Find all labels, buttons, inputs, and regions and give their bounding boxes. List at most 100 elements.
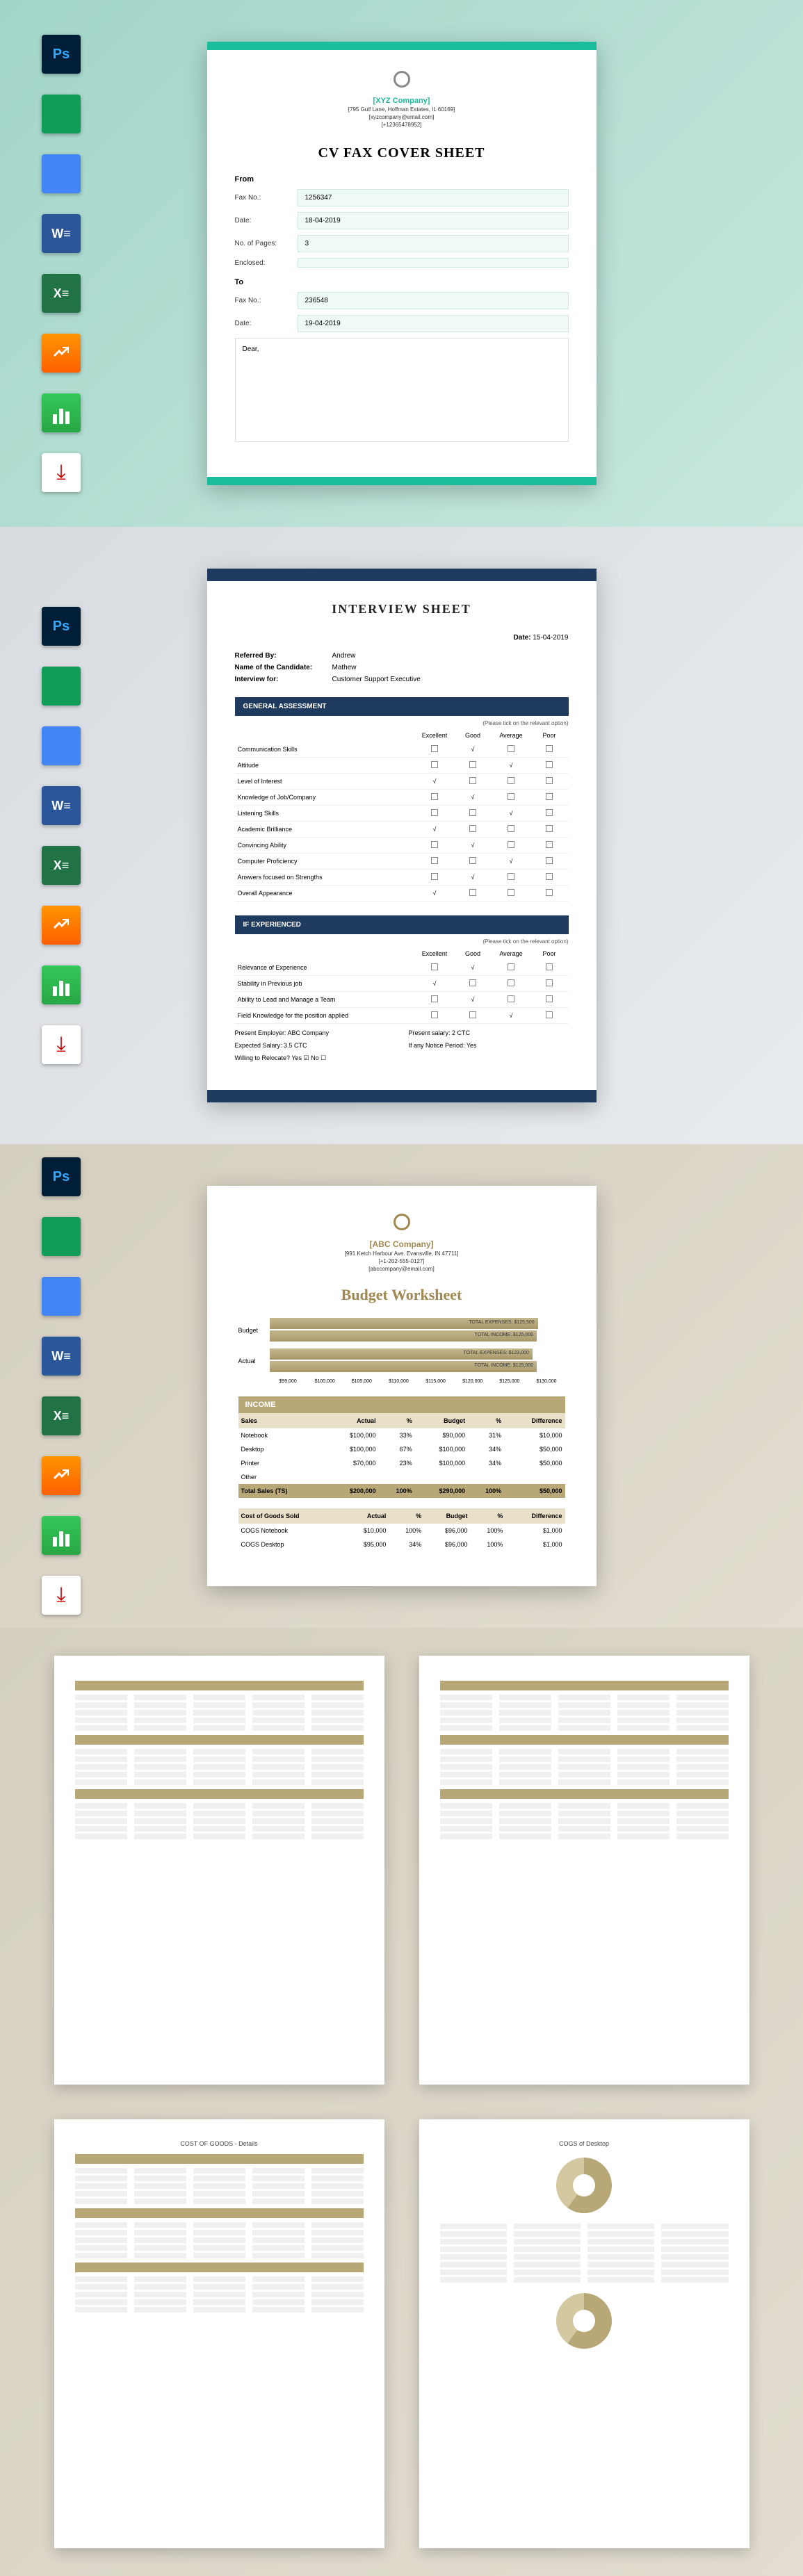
checkbox[interactable]: √ — [492, 1008, 530, 1024]
checkbox[interactable]: √ — [416, 976, 454, 992]
checkbox[interactable] — [454, 758, 492, 774]
docs-icon[interactable] — [42, 726, 81, 765]
numbers-icon[interactable] — [42, 393, 81, 432]
word-icon[interactable]: W≡ — [42, 786, 81, 825]
checkbox[interactable]: √ — [416, 886, 454, 902]
numbers-icon[interactable] — [42, 965, 81, 1004]
pdf-icon[interactable]: ⤓ — [42, 453, 81, 492]
pdf-icon[interactable]: ⤓ — [42, 1025, 81, 1064]
checkbox[interactable]: √ — [416, 774, 454, 790]
checkbox[interactable]: √ — [454, 870, 492, 886]
checkbox[interactable] — [530, 976, 569, 992]
document-title: CV FAX COVER SHEET — [235, 145, 569, 161]
checkbox[interactable] — [530, 742, 569, 758]
company-address: [991 Ketch Harbour Ave. Evansville, IN 4… — [238, 1250, 565, 1257]
checkbox[interactable] — [530, 870, 569, 886]
checkbox[interactable] — [454, 854, 492, 870]
checkbox[interactable] — [416, 742, 454, 758]
pages-icon[interactable] — [42, 1456, 81, 1495]
checkbox[interactable] — [416, 854, 454, 870]
pages-icon[interactable] — [42, 906, 81, 945]
docs-icon[interactable] — [42, 1277, 81, 1316]
detail-row: Willing to Relocate? Yes ☑ No ☐ — [235, 1054, 569, 1062]
checkbox[interactable] — [492, 838, 530, 854]
sheets-icon[interactable] — [42, 1217, 81, 1256]
checkbox[interactable] — [530, 806, 569, 822]
checkbox[interactable] — [416, 960, 454, 976]
field-input[interactable]: 3 — [298, 235, 569, 252]
checkbox[interactable] — [530, 1008, 569, 1024]
checkbox[interactable] — [492, 870, 530, 886]
thumbnail-page[interactable]: COST OF GOODS - Details — [54, 2119, 384, 2548]
checkbox[interactable] — [530, 774, 569, 790]
checkbox[interactable] — [454, 886, 492, 902]
sheets-icon[interactable] — [42, 667, 81, 706]
excel-icon[interactable]: X≡ — [42, 1396, 81, 1435]
checkbox[interactable] — [530, 854, 569, 870]
company-phone: [+12365478952] — [235, 122, 569, 128]
checkbox[interactable] — [416, 790, 454, 806]
word-icon[interactable]: W≡ — [42, 214, 81, 253]
field-input[interactable]: 1256347 — [298, 189, 569, 206]
checkbox[interactable] — [492, 774, 530, 790]
field-input[interactable] — [298, 258, 569, 268]
checkbox[interactable] — [492, 822, 530, 838]
word-icon[interactable]: W≡ — [42, 1337, 81, 1376]
checkbox[interactable]: √ — [492, 806, 530, 822]
checkbox[interactable] — [492, 960, 530, 976]
docs-icon[interactable] — [42, 154, 81, 193]
field-input[interactable]: 18-04-2019 — [298, 212, 569, 229]
checkbox[interactable]: √ — [454, 838, 492, 854]
checkbox[interactable]: √ — [454, 742, 492, 758]
checkbox[interactable] — [416, 838, 454, 854]
checkbox[interactable]: √ — [416, 822, 454, 838]
checkbox[interactable] — [530, 790, 569, 806]
sheets-icon[interactable] — [42, 95, 81, 133]
pages-icon[interactable] — [42, 334, 81, 373]
field-input[interactable]: 19-04-2019 — [298, 315, 569, 332]
table-row: Communication Skills√ — [235, 742, 569, 758]
checkbox[interactable] — [416, 758, 454, 774]
checkbox[interactable] — [492, 992, 530, 1008]
field-input[interactable]: 236548 — [298, 292, 569, 309]
excel-icon[interactable]: X≡ — [42, 846, 81, 885]
thumbnail-page[interactable]: COGS of Desktop — [419, 2119, 749, 2548]
hint-text: (Please tick on the relevant option) — [235, 720, 569, 726]
checkbox[interactable]: √ — [492, 854, 530, 870]
checkbox[interactable]: √ — [454, 960, 492, 976]
checkbox[interactable] — [530, 758, 569, 774]
checkbox[interactable]: √ — [492, 758, 530, 774]
checkbox[interactable] — [416, 870, 454, 886]
excel-icon[interactable]: X≡ — [42, 274, 81, 313]
checkbox[interactable] — [492, 886, 530, 902]
checkbox[interactable] — [492, 976, 530, 992]
checkbox[interactable] — [454, 806, 492, 822]
checkbox[interactable] — [492, 742, 530, 758]
checkbox[interactable] — [416, 1008, 454, 1024]
thumbnail-page[interactable] — [419, 1656, 749, 2085]
photoshop-icon[interactable]: Ps — [42, 35, 81, 74]
table-row: Stability in Previous job√ — [235, 976, 569, 992]
checkbox[interactable] — [416, 992, 454, 1008]
photoshop-icon[interactable]: Ps — [42, 607, 81, 646]
table-row: Printer$70,00023%$100,00034%$50,000 — [238, 1456, 565, 1470]
numbers-icon[interactable] — [42, 1516, 81, 1555]
checkbox[interactable] — [454, 976, 492, 992]
checkbox[interactable] — [530, 960, 569, 976]
checkbox[interactable] — [454, 774, 492, 790]
photoshop-icon[interactable]: Ps — [42, 1157, 81, 1196]
checkbox[interactable] — [454, 822, 492, 838]
checkbox[interactable] — [416, 806, 454, 822]
checkbox[interactable] — [530, 886, 569, 902]
message-box[interactable]: Dear, — [235, 338, 569, 442]
checkbox[interactable]: √ — [454, 992, 492, 1008]
checkbox[interactable] — [530, 822, 569, 838]
checkbox[interactable] — [530, 992, 569, 1008]
checkbox[interactable] — [454, 1008, 492, 1024]
table-row: Overall Appearance√ — [235, 886, 569, 902]
pdf-icon[interactable]: ⤓ — [42, 1576, 81, 1615]
thumbnail-page[interactable] — [54, 1656, 384, 2085]
checkbox[interactable] — [492, 790, 530, 806]
checkbox[interactable] — [530, 838, 569, 854]
checkbox[interactable]: √ — [454, 790, 492, 806]
